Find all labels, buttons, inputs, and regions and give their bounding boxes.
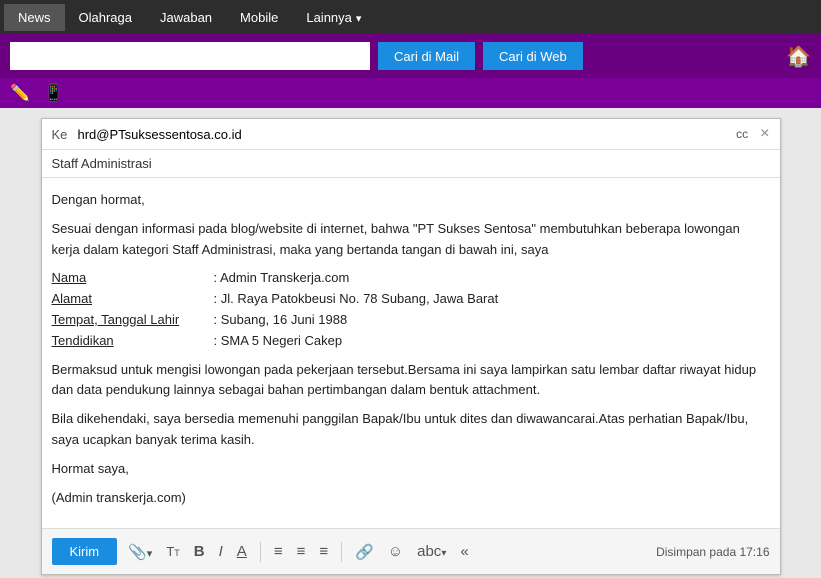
home-icon[interactable]: 🏠	[786, 44, 811, 69]
info-key-nama: Nama	[52, 268, 212, 289]
nav-item-news[interactable]: News	[4, 4, 65, 31]
info-table: Nama : Admin Transkerja.com Alamat : Jl.…	[52, 268, 770, 351]
info-key-alamat: Alamat	[52, 289, 212, 310]
closing: Hormat saya,	[52, 459, 770, 480]
attach-icon[interactable]: 📎▾	[125, 541, 155, 563]
nav-item-jawaban[interactable]: Jawaban	[146, 4, 226, 31]
mobile-icon[interactable]: 📱	[44, 83, 64, 103]
close-icon[interactable]: ×	[760, 125, 769, 143]
info-row-nama: Nama : Admin Transkerja.com	[52, 268, 770, 289]
email-compose-box: Ke hrd@PTsuksessentosa.co.id cc × Staff …	[41, 118, 781, 575]
compose-toolbar: Kirim 📎▾ Tt B I A ≡ ≡ ≡ 🔗 ☺ abc▾ « Disim…	[42, 528, 780, 574]
saved-status: Disimpan pada 17:16	[656, 545, 769, 559]
greeting: Dengan hormat,	[52, 190, 770, 211]
font-color-icon[interactable]: A	[234, 541, 250, 562]
font-size-icon[interactable]: Tt	[163, 542, 182, 561]
search-web-button[interactable]: Cari di Web	[483, 42, 583, 70]
to-label: Ke	[52, 127, 72, 142]
more-icon[interactable]: «	[457, 541, 471, 562]
to-row: Ke hrd@PTsuksessentosa.co.id cc ×	[42, 119, 780, 150]
info-row-alamat: Alamat : Jl. Raya Patokbeusi No. 78 Suba…	[52, 289, 770, 310]
outdent-icon[interactable]: ≡	[294, 541, 309, 562]
to-address[interactable]: hrd@PTsuksessentosa.co.id	[78, 127, 731, 142]
send-button[interactable]: Kirim	[52, 538, 118, 565]
search-input[interactable]	[10, 42, 370, 70]
separator1	[260, 542, 261, 562]
search-mail-button[interactable]: Cari di Mail	[378, 42, 475, 70]
compose-area: Ke hrd@PTsuksessentosa.co.id cc × Staff …	[0, 108, 821, 578]
nav-item-mobile[interactable]: Mobile	[226, 4, 292, 31]
info-row-pendidikan: Tendidikan : SMA 5 Negeri Cakep	[52, 331, 770, 352]
secondary-toolbar: ✏️ 📱	[0, 78, 821, 108]
signature: (Admin transkerja.com)	[52, 488, 770, 509]
info-colon-alamat: : Jl. Raya Patokbeusi No. 78 Subang, Jaw…	[214, 289, 499, 310]
nav-item-olahraga[interactable]: Olahraga	[65, 4, 146, 31]
emoji-icon[interactable]: ☺	[385, 541, 406, 562]
info-key-pendidikan: Tendidikan	[52, 331, 212, 352]
top-nav: News Olahraga Jawaban Mobile Lainnya	[0, 0, 821, 34]
spellcheck-icon[interactable]: abc▾	[414, 541, 449, 562]
chevron-down-icon	[356, 10, 362, 25]
intro-text: Sesuai dengan informasi pada blog/websit…	[52, 219, 770, 261]
link-icon[interactable]: 🔗	[352, 541, 377, 563]
search-bar: Cari di Mail Cari di Web 🏠	[0, 34, 821, 78]
info-row-ttl: Tempat, Tanggal Lahir : Subang, 16 Juni …	[52, 310, 770, 331]
bullets-icon[interactable]: ≡	[271, 541, 286, 562]
indent-icon[interactable]: ≡	[316, 541, 331, 562]
italic-icon[interactable]: I	[216, 541, 226, 562]
compose-icon[interactable]: ✏️	[10, 83, 30, 103]
cc-label[interactable]: cc	[736, 127, 748, 141]
separator2	[341, 542, 342, 562]
body-para2: Bila dikehendaki, saya bersedia memenuhi…	[52, 409, 770, 451]
bold-icon[interactable]: B	[191, 541, 208, 562]
info-colon-pendidikan: : SMA 5 Negeri Cakep	[214, 331, 343, 352]
body-para1: Bermaksud untuk mengisi lowongan pada pe…	[52, 360, 770, 402]
info-colon-ttl: : Subang, 16 Juni 1988	[214, 310, 348, 331]
email-body: Dengan hormat, Sesuai dengan informasi p…	[42, 178, 780, 528]
subject-row[interactable]: Staff Administrasi	[42, 150, 780, 178]
info-colon-nama: : Admin Transkerja.com	[214, 268, 350, 289]
info-key-ttl: Tempat, Tanggal Lahir	[52, 310, 212, 331]
nav-item-lainnya[interactable]: Lainnya	[292, 4, 375, 31]
